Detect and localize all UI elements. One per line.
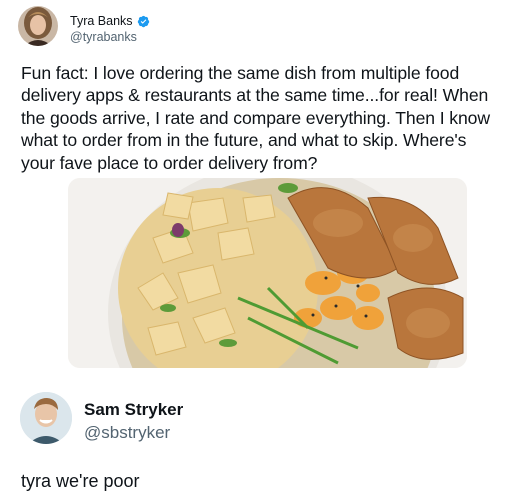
tweet-tyra: Tyra Banks @tyrabanks Fun fact: I love o… <box>0 0 507 378</box>
handle[interactable]: @sbstryker <box>84 423 170 443</box>
avatar-sam[interactable] <box>20 392 72 444</box>
display-name[interactable]: Tyra Banks <box>70 14 150 28</box>
tweet-text: Fun fact: I love ordering the same dish … <box>21 63 490 173</box>
avatar-tyra[interactable] <box>18 6 58 46</box>
display-name[interactable]: Sam Stryker <box>84 400 183 420</box>
verified-badge-icon <box>137 15 149 27</box>
display-name-text[interactable]: Tyra Banks <box>70 14 133 28</box>
tweet-text: tyra we're poor <box>21 471 140 491</box>
tweet-sam: Sam Stryker @sbstryker tyra we're poor <box>0 378 507 500</box>
handle[interactable]: @tyrabanks <box>70 30 137 44</box>
food-photo[interactable] <box>68 178 467 368</box>
